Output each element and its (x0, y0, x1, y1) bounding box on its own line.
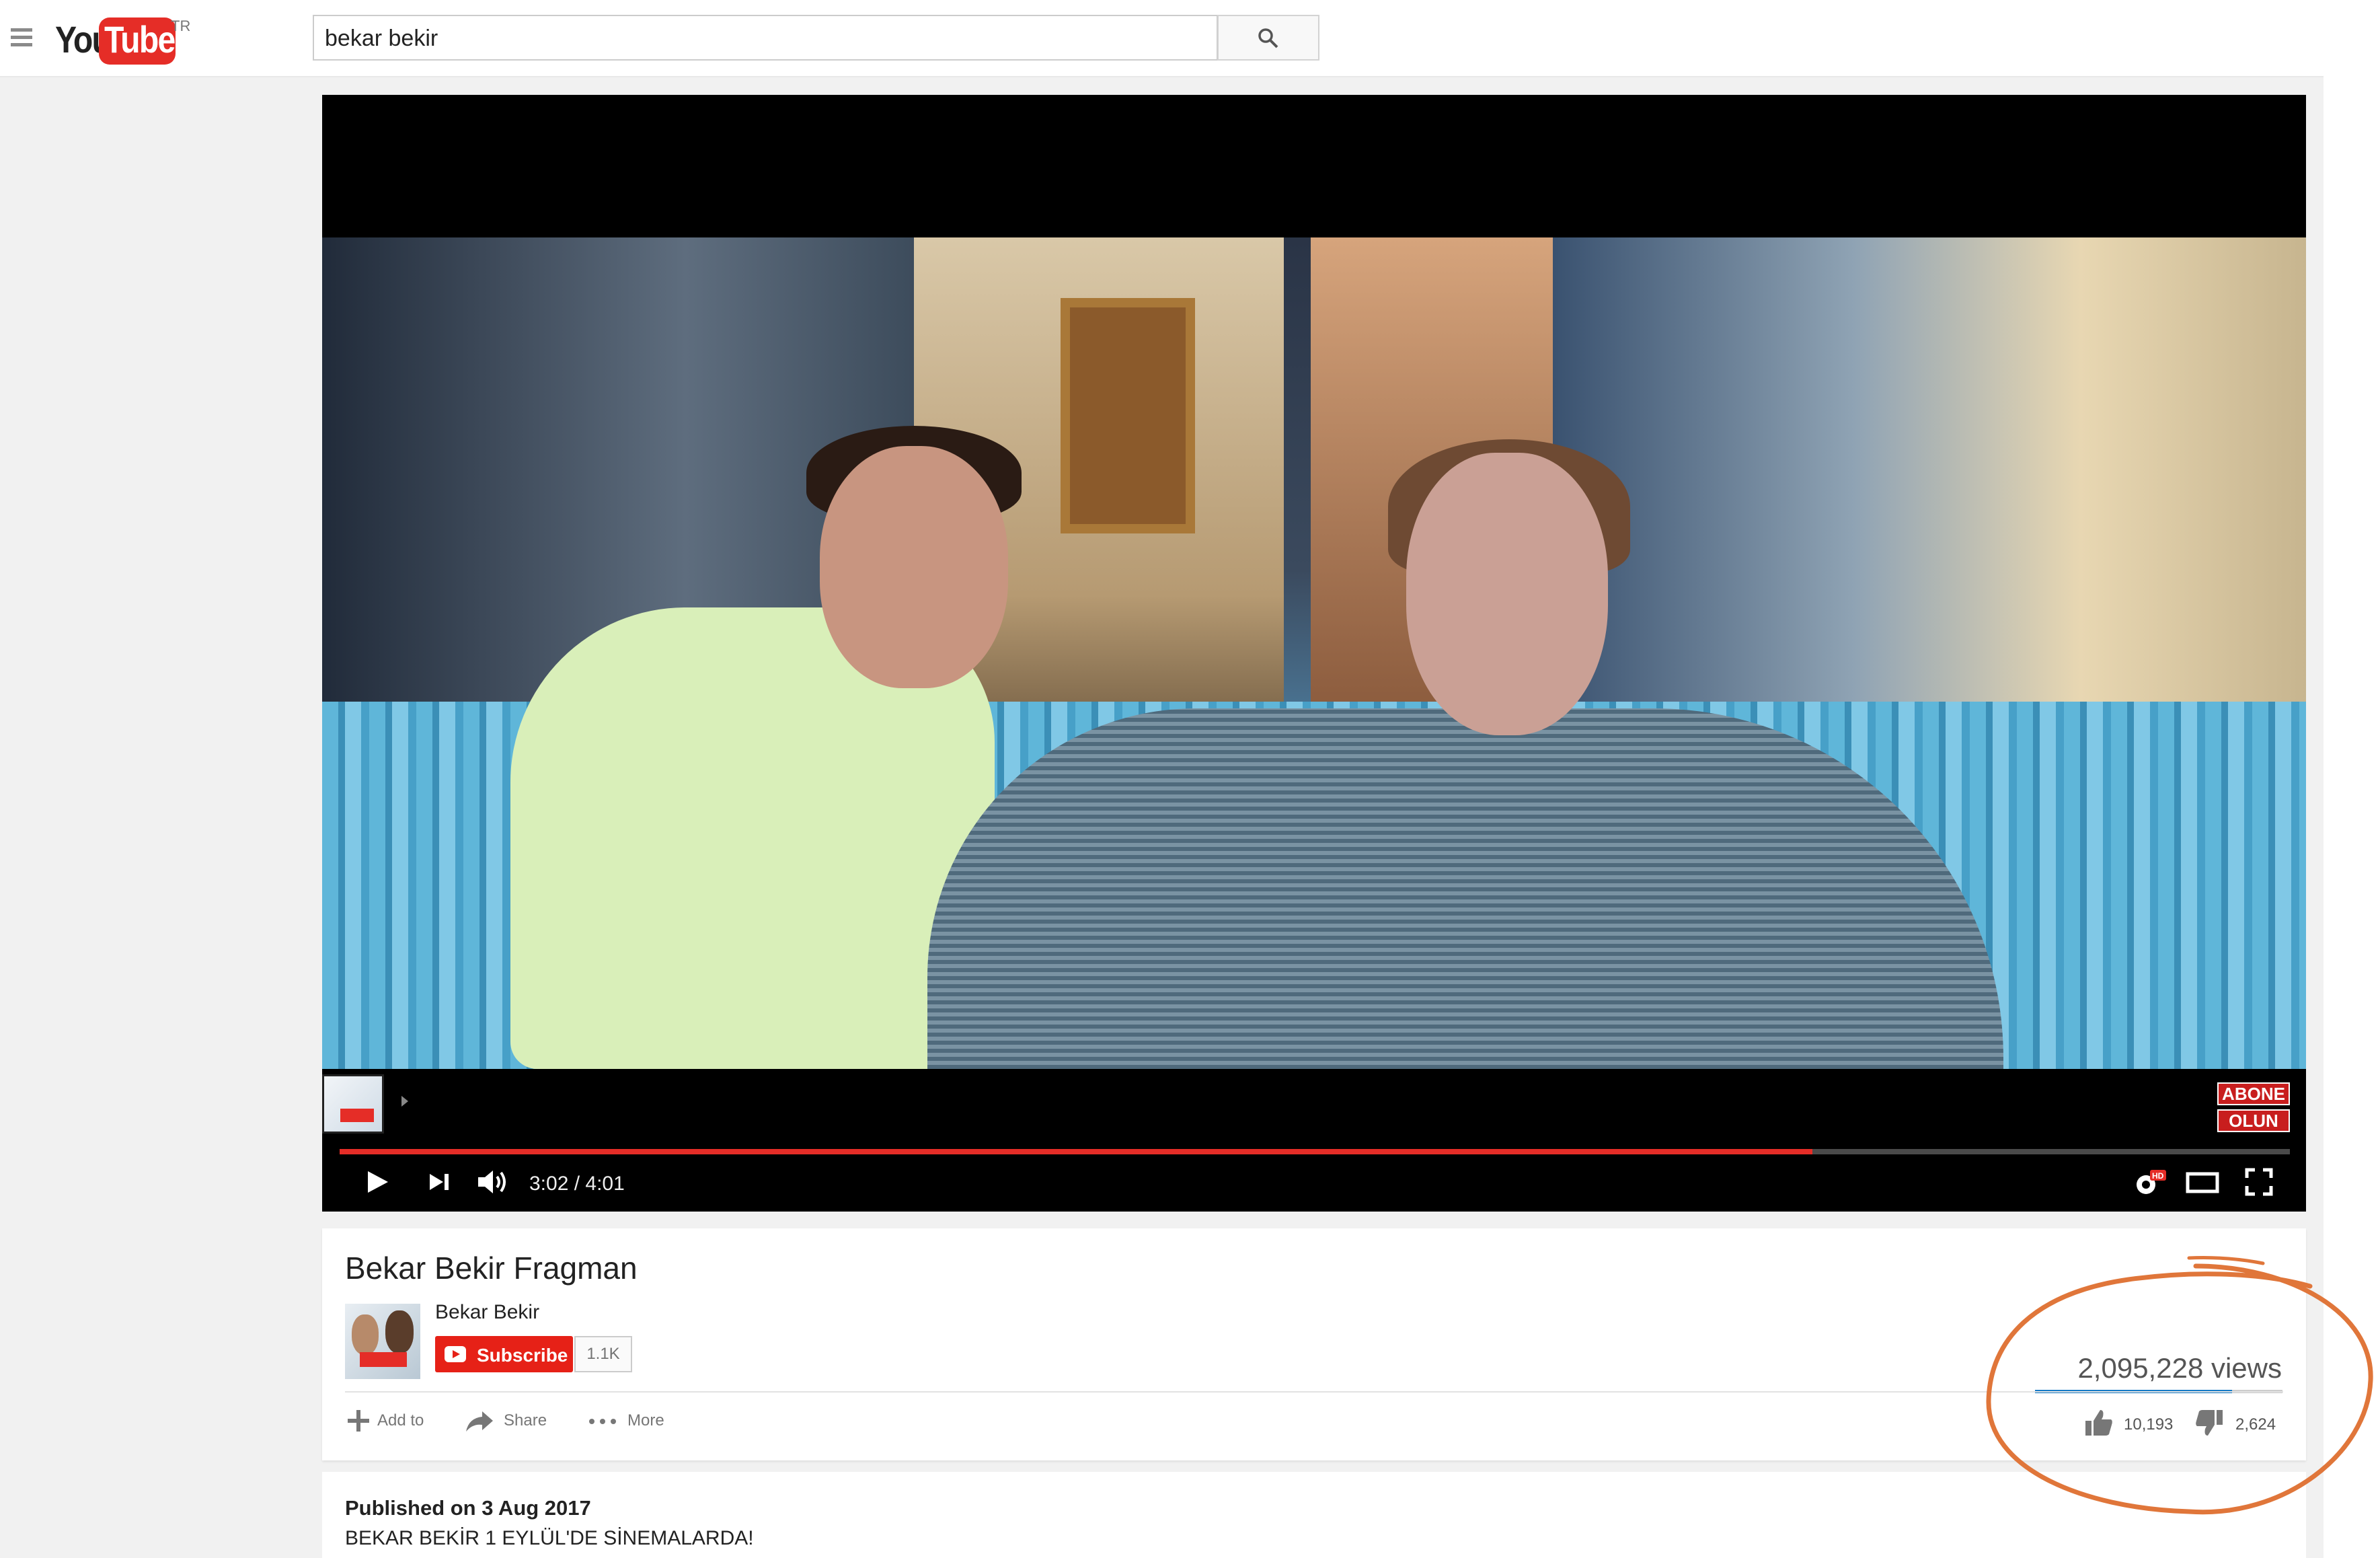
endscreen-expand-icon[interactable] (401, 1096, 408, 1107)
frame-painting (1061, 298, 1195, 533)
like-icon[interactable] (2084, 1409, 2114, 1437)
country-code: TR (171, 17, 191, 34)
subscriber-count-text: 1.1K (586, 1345, 620, 1363)
youtube-logo[interactable]: You Tube TR (55, 13, 203, 67)
subscribe-button[interactable]: Subscribe (435, 1336, 573, 1372)
video-player[interactable]: ABONE OLUN 3:02 / 4:01 HD (322, 95, 2306, 1212)
video-frame[interactable] (322, 237, 2306, 1069)
player-controls: 3:02 / 4:01 HD (322, 1158, 2306, 1212)
avatar-figure-right (385, 1310, 414, 1353)
fullscreen-icon[interactable] (2244, 1167, 2274, 1197)
video-description: Published on 3 Aug 2017 BEKAR BEKİR 1 EY… (322, 1472, 2306, 1558)
search-input[interactable]: bekar bekir (313, 15, 1218, 61)
time-display: 3:02 / 4:01 (529, 1173, 625, 1195)
settings-hd-icon[interactable]: HD (2131, 1167, 2167, 1199)
endscreen-channel-thumbnail[interactable] (322, 1074, 384, 1134)
search-query: bekar bekir (325, 26, 438, 51)
thumbnail-badge (340, 1109, 374, 1122)
add-to-button[interactable]: Add to (377, 1411, 424, 1430)
search-icon (1258, 28, 1278, 48)
frame-woman-head (1406, 453, 1608, 735)
endscreen-subscribe-line1: ABONE (2217, 1082, 2290, 1105)
search-button[interactable] (1217, 15, 1319, 61)
progress-played (340, 1149, 1812, 1154)
dislike-count: 2,624 (2235, 1415, 2276, 1434)
guide-menu-icon[interactable] (11, 28, 32, 50)
published-date: Published on 3 Aug 2017 (345, 1496, 591, 1520)
subscriber-count: 1.1K (574, 1336, 632, 1372)
more-button[interactable]: More (627, 1411, 664, 1430)
logo-tube-box: Tube (99, 17, 176, 65)
progress-bar[interactable] (340, 1149, 2290, 1154)
masthead: You Tube TR bekar bekir (0, 0, 2324, 77)
channel-name[interactable]: Bekar Bekir (435, 1301, 539, 1324)
frame-man-head (820, 446, 1008, 688)
view-count: 2,095,228 views (2077, 1352, 2282, 1384)
share-icon[interactable] (465, 1410, 494, 1433)
video-info-card: Bekar Bekir Fragman Bekar Bekir Subscrib… (322, 1228, 2306, 1460)
logo-tube-text: Tube (104, 18, 176, 61)
frame-curtain-right (1553, 237, 2306, 722)
endscreen-subscribe-button[interactable]: ABONE OLUN (2217, 1082, 2290, 1136)
theater-mode-icon[interactable] (2185, 1167, 2220, 1197)
actions-divider (345, 1391, 2283, 1393)
avatar-figure-left (352, 1314, 379, 1355)
volume-icon[interactable] (475, 1167, 510, 1197)
play-icon[interactable] (362, 1167, 392, 1197)
youtube-play-icon (445, 1346, 466, 1362)
avatar-badge (360, 1352, 407, 1367)
endscreen-subscribe-line2: OLUN (2217, 1109, 2290, 1132)
description-text: BEKAR BEKİR 1 EYLÜL'DE SİNEMALARDA! (345, 1527, 754, 1549)
dislike-icon[interactable] (2194, 1409, 2224, 1437)
share-button[interactable]: Share (504, 1411, 547, 1430)
video-title: Bekar Bekir Fragman (345, 1251, 638, 1286)
add-icon[interactable] (346, 1409, 371, 1433)
like-count: 10,193 (2124, 1415, 2174, 1434)
subscribe-label: Subscribe (477, 1345, 568, 1366)
more-icon[interactable] (588, 1418, 618, 1425)
next-icon[interactable] (424, 1167, 454, 1197)
svg-text:HD: HD (2152, 1171, 2164, 1181)
channel-avatar[interactable] (345, 1304, 420, 1379)
